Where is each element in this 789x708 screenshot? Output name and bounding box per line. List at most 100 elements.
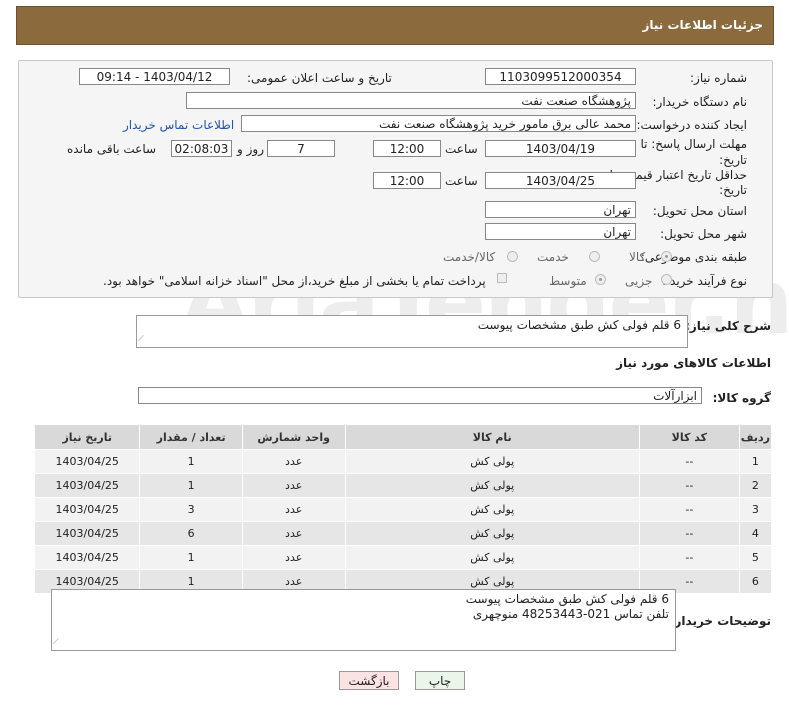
buyer-notes-line-2: تلفن تماس 021-48253443 منوچهری	[472, 607, 669, 621]
buyer-org-field: پژوهشگاه صنعت نفت	[186, 92, 636, 109]
col-name-header: نام کالا	[344, 424, 640, 450]
reply-deadline-label-2: تاریخ:	[719, 153, 747, 167]
reply-deadline-date-field: 1403/04/19	[485, 140, 636, 157]
buyer-notes-line-1: 6 قلم فولی کش طبق مشخصات پیوست	[465, 592, 669, 606]
need-details-panel: شماره نیاز: 1103099512000354 تاریخ و ساع…	[18, 60, 773, 298]
need-number-field: 1103099512000354	[485, 68, 636, 85]
items-table: ردیف کد کالا نام کالا واحد شمارش تعداد /…	[33, 424, 773, 594]
cell-qty: 1	[139, 545, 243, 570]
cell-name: پولی کش	[344, 473, 640, 498]
price-validity-time-field: 12:00	[373, 172, 441, 189]
remaining-time-label: ساعت باقی مانده	[67, 142, 157, 156]
col-row-header: ردیف	[738, 424, 773, 450]
cell-code: --	[638, 473, 740, 498]
cell-date: 1403/04/25	[33, 521, 141, 546]
category-goods-radio[interactable]	[661, 251, 672, 262]
announce-datetime-label: تاریخ و ساعت اعلان عمومی:	[247, 71, 392, 85]
cell-name: پولی کش	[344, 545, 640, 570]
days-field: 7	[267, 140, 335, 157]
delivery-province-field: تهران	[485, 201, 636, 218]
announce-datetime-field: 1403/04/12 - 09:14	[79, 68, 230, 85]
cell-row: 1	[738, 449, 773, 474]
category-label: طبقه بندی موضوعی:	[640, 250, 747, 264]
price-validity-label-2: تاریخ:	[719, 183, 747, 197]
cell-unit: عدد	[241, 473, 346, 498]
table-row: 4 -- پولی کش عدد 6 1403/04/25	[33, 521, 773, 546]
table-row: 1 -- پولی کش عدد 1 1403/04/25	[33, 449, 773, 474]
general-description-text: 6 قلم فولی کش طبق مشخصات پیوست	[477, 318, 681, 332]
general-description-label: شرح کلی نیاز:	[685, 319, 771, 333]
cell-date: 1403/04/25	[33, 473, 141, 498]
cell-row: 4	[738, 521, 773, 546]
cell-code: --	[638, 521, 740, 546]
col-qty-header: تعداد / مقدار	[139, 424, 243, 450]
cell-row: 2	[738, 473, 773, 498]
price-time-label: ساعت	[445, 174, 478, 188]
price-validity-date-field: 1403/04/25	[485, 172, 636, 189]
cell-qty: 1	[139, 473, 243, 498]
cell-unit: عدد	[241, 497, 346, 522]
process-medium-label: متوسط	[549, 274, 587, 288]
reply-time-label: ساعت	[445, 142, 478, 156]
cell-name: پولی کش	[344, 449, 640, 474]
days-label: روز و	[237, 142, 264, 156]
resize-grip-icon[interactable]	[52, 637, 65, 651]
cell-qty: 1	[139, 449, 243, 474]
table-row: 2 -- پولی کش عدد 1 1403/04/25	[33, 473, 773, 498]
page-header: جزئیات اطلاعات نیاز	[16, 6, 774, 45]
reply-deadline-time-field: 12:00	[373, 140, 441, 157]
purchase-process-label: نوع فرآیند خرید :	[662, 274, 747, 288]
category-service-radio[interactable]	[589, 251, 600, 262]
delivery-province-label: استان محل تحویل:	[652, 204, 747, 218]
buyer-contact-link[interactable]: اطلاعات تماس خریدار	[123, 118, 234, 132]
cell-code: --	[638, 497, 740, 522]
table-row: 5 -- پولی کش عدد 1 1403/04/25	[33, 545, 773, 570]
requester-field: محمد عالی برق مامور خرید پژوهشگاه صنعت ن…	[241, 115, 636, 132]
treasury-payment-checkbox[interactable]	[497, 273, 507, 283]
cell-code: --	[638, 545, 740, 570]
category-both-label: کالا/خدمت	[443, 250, 496, 264]
cell-date: 1403/04/25	[33, 545, 141, 570]
process-minor-radio[interactable]	[661, 274, 672, 285]
category-service-label: خدمت	[537, 250, 569, 264]
print-button[interactable]: چاپ	[415, 671, 465, 690]
goods-group-field: ابزارآلات	[138, 387, 702, 404]
goods-group-label: گروه کالا:	[712, 391, 771, 405]
back-button[interactable]: بازگشت	[339, 671, 399, 690]
table-row: 3 -- پولی کش عدد 3 1403/04/25	[33, 497, 773, 522]
cell-date: 1403/04/25	[33, 497, 141, 522]
general-description-field[interactable]: 6 قلم فولی کش طبق مشخصات پیوست	[136, 315, 688, 348]
col-date-header: تاریخ نیاز	[33, 424, 141, 450]
cell-row: 6	[738, 569, 773, 594]
col-code-header: کد کالا	[638, 424, 740, 450]
category-goods-label: کالا	[629, 250, 646, 264]
buyer-notes-field[interactable]: 6 قلم فولی کش طبق مشخصات پیوست تلفن تماس…	[51, 589, 676, 651]
cell-date: 1403/04/25	[33, 449, 141, 474]
cell-qty: 3	[139, 497, 243, 522]
reply-deadline-label: مهلت ارسال پاسخ: تا	[640, 137, 747, 151]
cell-code: --	[638, 449, 740, 474]
buyer-notes-label: توضیحات خریدار:	[669, 614, 771, 628]
col-unit-header: واحد شمارش	[241, 424, 346, 450]
requester-label: ایجاد کننده درخواست:	[636, 118, 747, 132]
category-both-radio[interactable]	[507, 251, 518, 262]
table-header-row: ردیف کد کالا نام کالا واحد شمارش تعداد /…	[33, 424, 773, 450]
remaining-time-field: 02:08:03	[171, 140, 232, 157]
treasury-payment-note: پرداخت تمام یا بخشی از مبلغ خرید،از محل …	[103, 274, 486, 288]
delivery-city-field: تهران	[485, 223, 636, 240]
resize-grip-icon[interactable]	[137, 334, 150, 348]
delivery-city-label: شهر محل تحویل:	[660, 227, 747, 241]
cell-name: پولی کش	[344, 521, 640, 546]
cell-name: پولی کش	[344, 497, 640, 522]
buyer-org-label: نام دستگاه خریدار:	[652, 95, 748, 109]
cell-qty: 6	[139, 521, 243, 546]
page-title: جزئیات اطلاعات نیاز	[642, 18, 763, 32]
cell-unit: عدد	[241, 545, 346, 570]
process-medium-radio[interactable]	[595, 274, 606, 285]
process-minor-label: جزیی	[625, 274, 653, 288]
goods-info-title: اطلاعات کالاهای مورد نیاز	[616, 356, 771, 370]
page: جزئیات اطلاعات نیاز AriaTender.neT شماره…	[0, 0, 789, 708]
cell-unit: عدد	[241, 521, 346, 546]
cell-unit: عدد	[241, 449, 346, 474]
cell-row: 3	[738, 497, 773, 522]
